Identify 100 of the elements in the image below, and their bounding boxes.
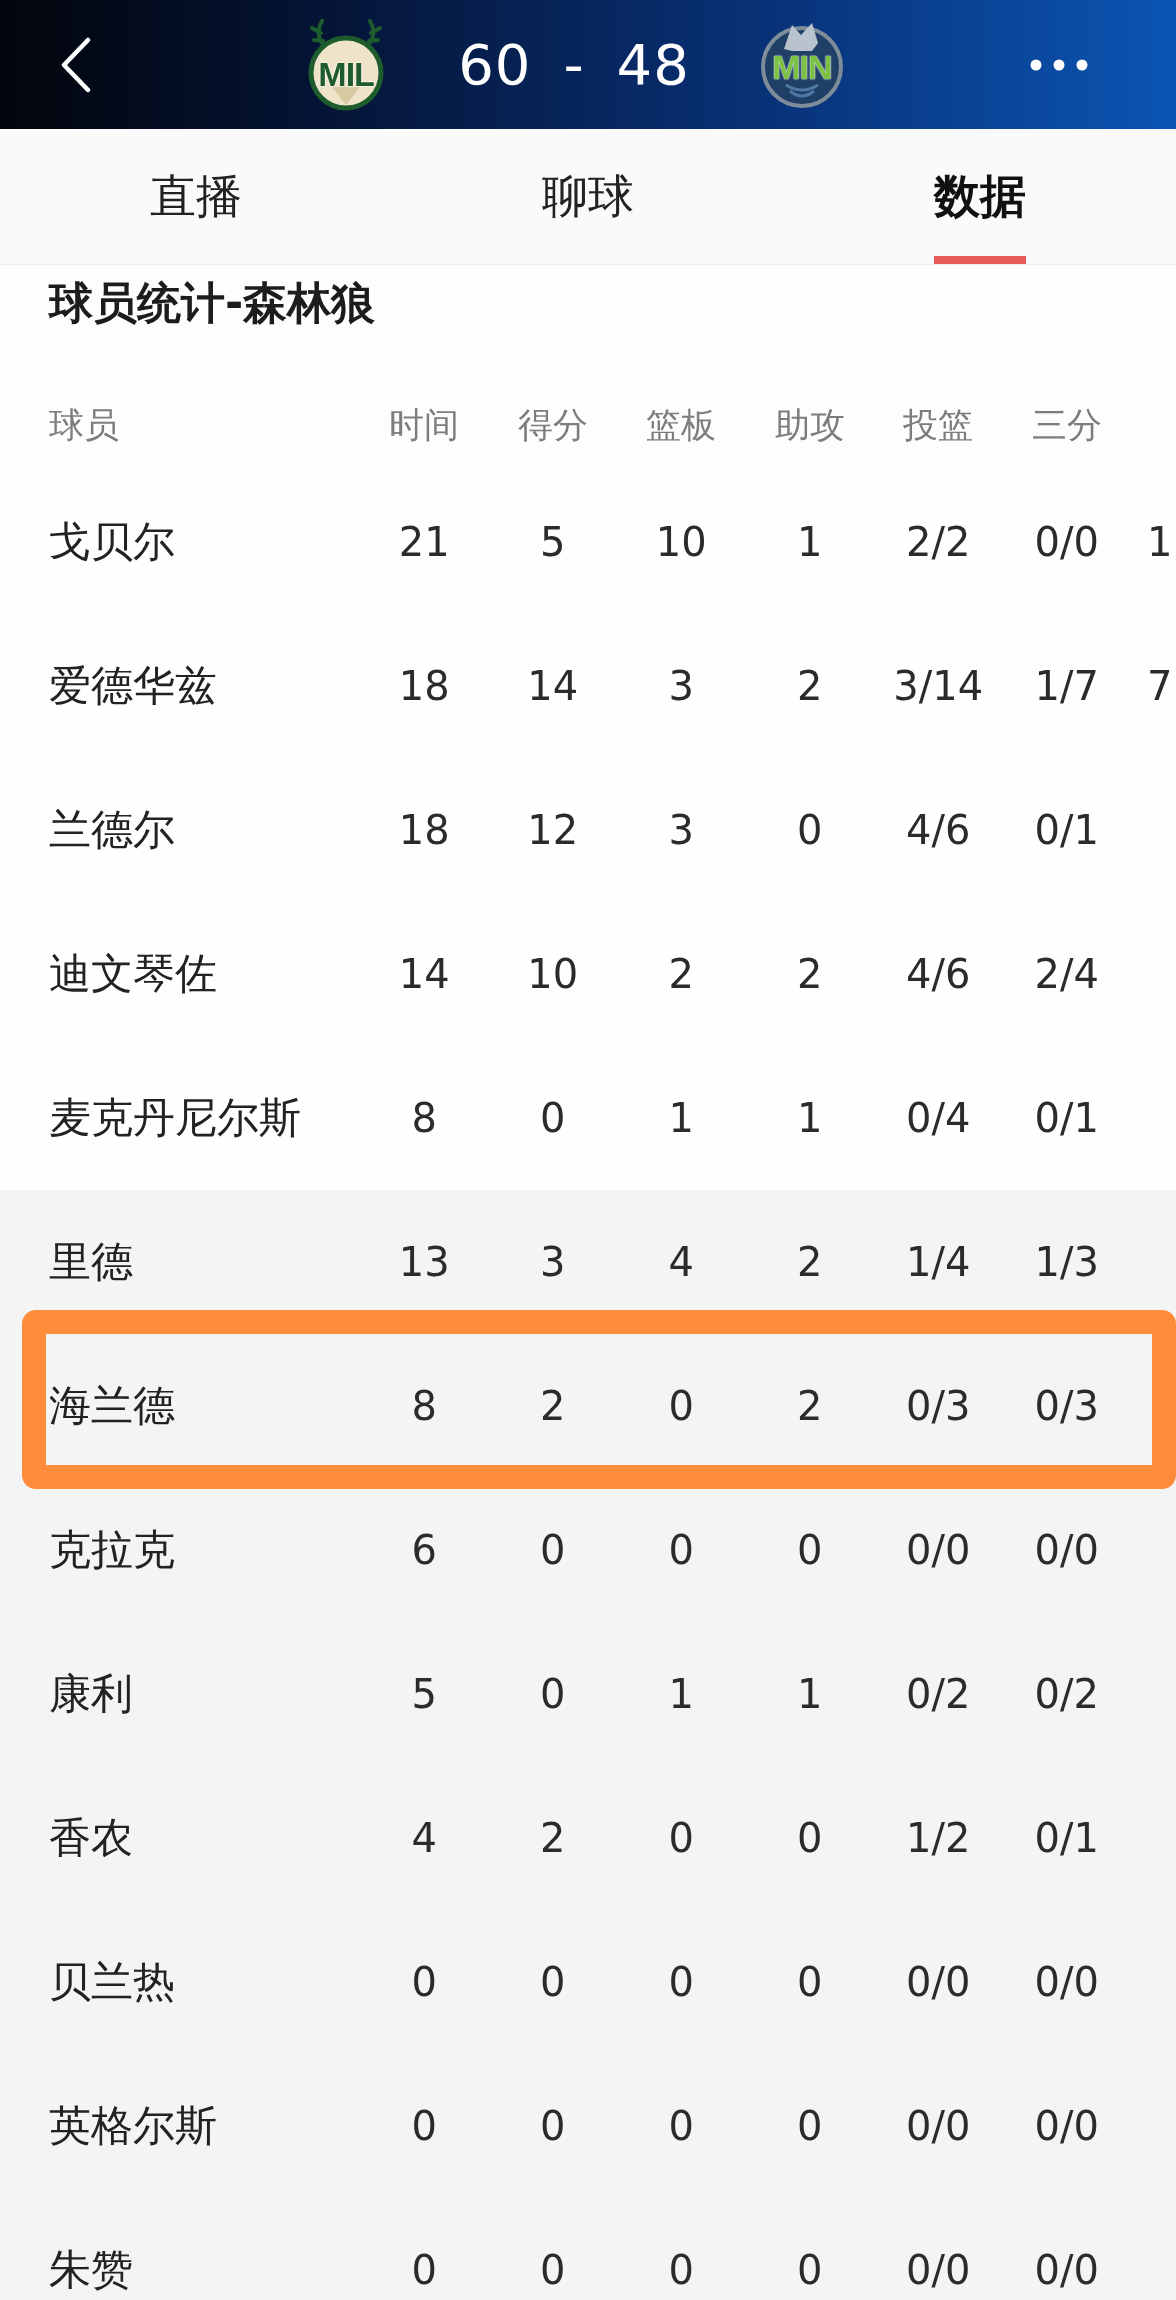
- stat-value: 0: [797, 1527, 823, 1573]
- player-name: 英格尔斯: [49, 2100, 217, 2152]
- stat-value: 0/0: [906, 1527, 971, 1573]
- stat-value: 8: [411, 1095, 437, 1141]
- stat-value: 13: [398, 1239, 450, 1285]
- stat-value: 0/4: [906, 1095, 971, 1141]
- stat-value: 0/1: [1034, 1095, 1099, 1141]
- stat-value: 0: [797, 1959, 823, 2005]
- stat-value: 0/3: [906, 1383, 971, 1429]
- column-header: 得分: [517, 404, 588, 447]
- player-name: 兰德尔: [49, 804, 175, 856]
- stat-value: 21: [398, 519, 450, 565]
- more-icon: [1030, 58, 1088, 71]
- stat-value: 14: [398, 951, 450, 997]
- team-abbreviation: MIN: [772, 49, 832, 84]
- tab[interactable]: 直播: [150, 129, 242, 264]
- player-name: 里德: [49, 1236, 133, 1288]
- stat-value: 6: [411, 1527, 437, 1573]
- stat-value: 0/3: [1034, 1383, 1099, 1429]
- stat-value: 0: [668, 1527, 694, 1573]
- stat-value: 1: [797, 1095, 823, 1141]
- stat-value: 1/3: [1034, 1239, 1099, 1285]
- column-header: 篮板: [646, 404, 717, 447]
- back-icon: [60, 36, 92, 93]
- more-button[interactable]: [1030, 58, 1088, 71]
- column-header: 助攻: [774, 404, 845, 447]
- stat-value: 10: [527, 951, 579, 997]
- stat-value: 2: [540, 1815, 566, 1861]
- stat-value: 0: [540, 2247, 566, 2293]
- stat-value: 5: [540, 519, 566, 565]
- stat-value: 0: [797, 807, 823, 853]
- stat-value: 0: [797, 2103, 823, 2149]
- section-title: 球员统计-森林狼: [47, 276, 377, 330]
- stat-value: 3: [540, 1239, 566, 1285]
- column-header: 时间: [389, 404, 460, 447]
- stat-value: 0/0: [1034, 2103, 1099, 2149]
- tab[interactable]: 聊球: [542, 129, 634, 264]
- stat-value: 0: [540, 1671, 566, 1717]
- stat-value: 0/0: [906, 2247, 971, 2293]
- back-button[interactable]: [60, 36, 92, 93]
- stat-value: 0: [668, 1959, 694, 2005]
- stat-value: 2: [797, 1383, 823, 1429]
- stat-value: 0/1: [1034, 807, 1099, 853]
- score-separator: -: [563, 36, 585, 93]
- player-name: 麦克丹尼尔斯: [49, 1092, 301, 1144]
- player-name: 香农: [49, 1812, 133, 1864]
- stat-value: 2: [797, 1239, 823, 1285]
- player-name: 戈贝尔: [49, 516, 175, 568]
- stat-value: 1/4: [906, 1239, 971, 1285]
- tab[interactable]: 数据: [934, 129, 1026, 264]
- stat-value: 4/6: [906, 807, 971, 853]
- stat-value: 2: [668, 951, 694, 997]
- stat-value: 0/0: [1034, 1527, 1099, 1573]
- stat-value: 2/2: [906, 519, 971, 565]
- column-header: 球员: [49, 404, 119, 447]
- stat-value: 0: [668, 2103, 694, 2149]
- stat-value: 0/0: [1034, 1959, 1099, 2005]
- stat-value: 1/2: [906, 1815, 971, 1861]
- stat-value: 3: [668, 807, 694, 853]
- stat-value: 8: [411, 1383, 437, 1429]
- stat-value: 1/7: [1034, 663, 1099, 709]
- stat-value: 0: [540, 1959, 566, 2005]
- stat-value: 4: [668, 1239, 694, 1285]
- stat-value: 0/0: [1034, 519, 1099, 565]
- stat-value: 18: [398, 663, 450, 709]
- team-abbreviation: MIL: [318, 56, 374, 91]
- stat-value: 0: [668, 2247, 694, 2293]
- stat-value: 14: [527, 663, 579, 709]
- column-header: 三分: [1031, 404, 1102, 447]
- score: 48: [616, 36, 690, 93]
- stat-value: 0: [411, 1959, 437, 2005]
- stat-value: 4/6: [906, 951, 971, 997]
- stat-value: 0: [797, 1815, 823, 1861]
- stat-value: 0: [411, 2103, 437, 2149]
- score: 60: [458, 36, 532, 93]
- stat-value: 0: [668, 1383, 694, 1429]
- stat-value: 0: [540, 1527, 566, 1573]
- stat-value: 0/1: [1034, 1815, 1099, 1861]
- stat-value: 0: [797, 2247, 823, 2293]
- stat-value: 0/0: [1034, 2247, 1099, 2293]
- stat-value: 0/2: [1034, 1671, 1099, 1717]
- stat-value: 0: [540, 1095, 566, 1141]
- stat-value: 1: [797, 519, 823, 565]
- stat-value: 10: [655, 519, 707, 565]
- stat-value: 1: [797, 1671, 823, 1717]
- stat-value: 3: [668, 663, 694, 709]
- stat-value: 0/0: [906, 2103, 971, 2149]
- stat-value: 18: [398, 807, 450, 853]
- column-header: 投篮: [903, 404, 974, 447]
- player-name: 贝兰热: [49, 1956, 175, 2008]
- stat-value: 2: [797, 951, 823, 997]
- player-name: 爱德华兹: [49, 660, 217, 712]
- player-name: 海兰德: [49, 1380, 175, 1432]
- player-name: 迪文琴佐: [49, 948, 217, 1000]
- stat-value: 0: [668, 1815, 694, 1861]
- stat-value: 0: [540, 2103, 566, 2149]
- stat-value: 0/0: [906, 1959, 971, 2005]
- stat-value: 2/4: [1034, 951, 1099, 997]
- player-name: 朱赞: [49, 2244, 133, 2296]
- stat-value: 3/14: [893, 663, 984, 709]
